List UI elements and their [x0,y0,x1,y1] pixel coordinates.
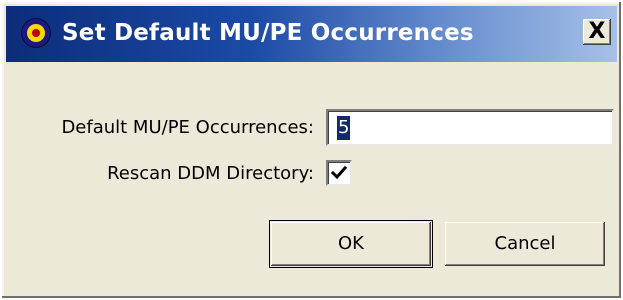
window-title: Set Default MU/PE Occurrences [62,20,474,46]
rescan-label: Rescan DDM Directory: [107,163,314,184]
occurrences-label: Default MU/PE Occurrences: [61,117,314,138]
occurrences-value: 5 [337,116,351,140]
occurrences-input[interactable]: 5 [326,109,614,146]
close-icon: X [588,19,606,44]
rescan-checkbox[interactable] [326,160,352,186]
title-bar[interactable]: Set Default MU/PE Occurrences X [6,6,617,62]
check-icon [330,165,348,180]
dialog-window: Set Default MU/PE Occurrences X Default … [0,0,623,300]
close-button[interactable]: X [583,19,611,45]
dialog-frame: Set Default MU/PE Occurrences X Default … [2,2,621,298]
target-icon [22,19,50,47]
cancel-button[interactable]: Cancel [445,222,605,266]
ok-button[interactable]: OK [269,220,433,268]
